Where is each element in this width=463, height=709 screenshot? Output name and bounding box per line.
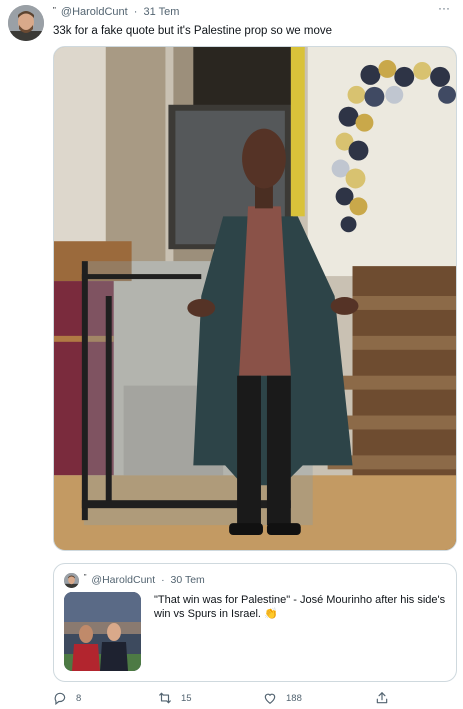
quoted-text: "That win was for Palestine" - José Mour… <box>154 593 450 621</box>
clapping-hands-emoji: 👏 <box>264 608 278 620</box>
tweet: " @HaroldCunt · 31 Tem ··· 33k for a fak… <box>0 0 463 709</box>
quoted-tweet[interactable]: " @HaroldCunt · 30 Tem "That win was for… <box>53 563 457 682</box>
quoted-handle: @HaroldCunt <box>91 574 156 586</box>
separator-dot: · <box>161 574 165 586</box>
more-dots-icon[interactable]: ··· <box>435 2 453 17</box>
retweet-button[interactable]: 15 <box>158 688 192 708</box>
quoted-thumbnail <box>64 592 141 671</box>
separator-dot: · <box>133 6 138 18</box>
heart-icon <box>264 693 276 704</box>
quoted-text-body: "That win was for Palestine" - José Mour… <box>154 594 446 620</box>
tweet-header: " @HaroldCunt · 31 Tem <box>53 6 443 20</box>
display-name[interactable]: " <box>53 6 56 15</box>
tweet-text: 33k for a fake quote but it's Palestine … <box>53 25 332 37</box>
quoted-header: " @HaroldCunt · 30 Tem <box>84 574 205 586</box>
reply-count: 8 <box>76 692 82 704</box>
user-handle[interactable]: @HaroldCunt <box>61 6 128 18</box>
share-button[interactable] <box>375 688 398 708</box>
tweet-date[interactable]: 31 Tem <box>144 6 180 18</box>
reply-icon <box>54 692 66 705</box>
quoted-display-name: " <box>84 574 87 581</box>
quoted-avatar <box>64 573 79 588</box>
retweet-icon <box>159 692 171 704</box>
tweet-photo[interactable] <box>53 46 457 551</box>
retweet-count: 15 <box>181 692 192 704</box>
reply-button[interactable]: 8 <box>53 688 81 708</box>
like-count: 188 <box>286 692 302 704</box>
avatar[interactable] <box>8 5 44 41</box>
share-icon <box>376 692 388 704</box>
quoted-date: 30 Tem <box>170 574 205 586</box>
action-bar: 8 15 188 <box>53 688 457 708</box>
like-button[interactable]: 188 <box>263 688 302 708</box>
